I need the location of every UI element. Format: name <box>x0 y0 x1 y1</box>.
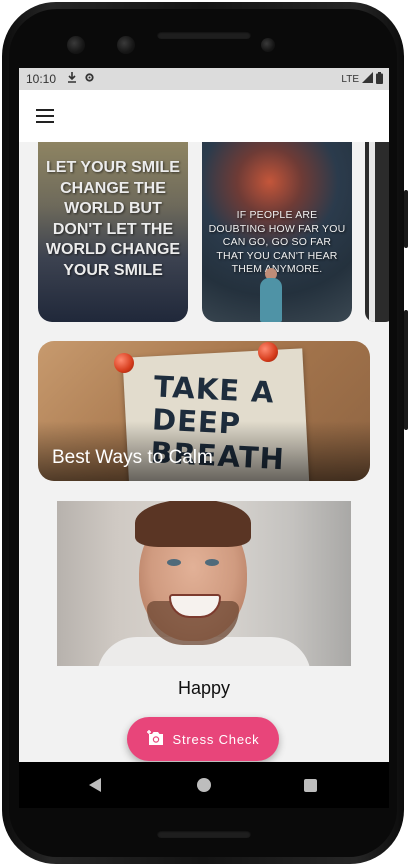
download-icon <box>67 72 77 86</box>
main-content: LET YOUR SMILE CHANGE THE WORLD BUT DON'… <box>19 142 389 762</box>
photo-eye <box>167 559 181 566</box>
quote-card[interactable]: LET YOUR SMILE CHANGE THE WORLD BUT DON'… <box>38 142 188 322</box>
signal-icon <box>362 72 373 86</box>
status-bar: 10:10 LTE <box>19 68 389 90</box>
power-button <box>404 310 408 430</box>
mood-label: Happy <box>177 678 231 698</box>
network-type: LTE <box>341 73 359 85</box>
quote-text: IF PEOPLE ARE DOUBTING HOW FAR YOU CAN G… <box>208 209 346 275</box>
front-camera-left <box>67 36 85 54</box>
bottom-speaker <box>157 830 251 838</box>
back-icon[interactable] <box>89 778 101 792</box>
screen: 10:10 LTE LET YOUR SMILE CHANGE THE WORL… <box>19 68 389 762</box>
front-camera-right <box>117 36 135 54</box>
photo-hair <box>135 501 251 547</box>
photo-eye <box>205 559 219 566</box>
battery-icon <box>376 71 383 87</box>
quote-card[interactable]: IF PEOPLE ARE DOUBTING HOW FAR YOU CAN G… <box>202 142 352 322</box>
volume-button <box>404 190 408 248</box>
calm-card-title: Best Ways to Calm <box>52 447 213 468</box>
best-ways-to-calm-card[interactable]: TAKE A DEEP BREATH Best Ways to Calm <box>38 341 370 481</box>
top-speaker <box>157 31 251 39</box>
quote-text: LET YOUR SMILE CHANGE THE WORLD BUT DON'… <box>45 159 181 279</box>
stress-check-button[interactable]: Stress Check <box>127 717 279 761</box>
pushpin-icon <box>114 353 134 373</box>
stress-check-label: Stress Check <box>172 731 260 747</box>
add-photo-camera-icon <box>146 729 165 749</box>
navigation-bar <box>19 762 389 808</box>
quote-card-partial[interactable] <box>365 142 389 322</box>
app-bar <box>19 90 389 142</box>
pushpin-icon <box>258 342 278 362</box>
status-time: 10:10 <box>26 72 57 86</box>
recents-icon[interactable] <box>304 779 317 792</box>
home-icon[interactable] <box>197 778 211 792</box>
proximity-sensor <box>261 38 275 52</box>
quote-card-partial-edge <box>369 142 375 322</box>
person-silhouette <box>260 278 282 322</box>
settings-icon <box>84 72 95 86</box>
hamburger-menu-icon[interactable] <box>36 109 54 123</box>
mood-photo[interactable] <box>57 501 351 666</box>
